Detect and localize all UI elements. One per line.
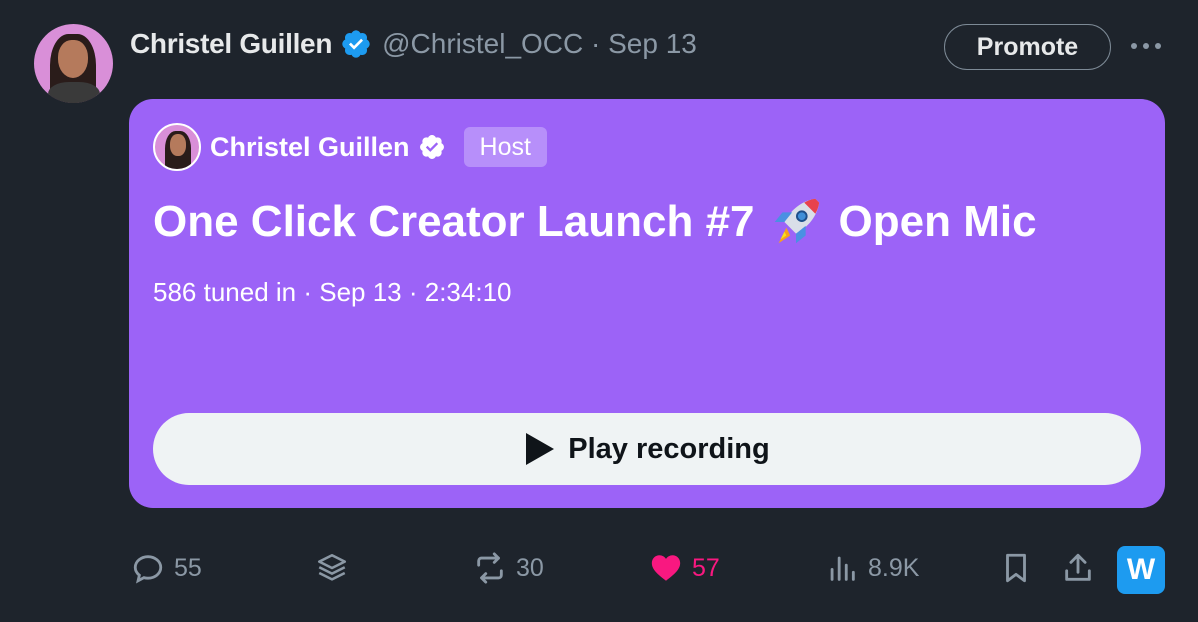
heart-icon: [651, 555, 681, 581]
like-count: 57: [692, 553, 720, 582]
play-icon: [526, 433, 555, 465]
action-bar: 55 30 57 8.9K W: [129, 540, 1169, 596]
author-name[interactable]: Christel Guillen: [130, 28, 332, 60]
views-icon: [830, 556, 855, 581]
views-button[interactable]: 8.9K: [825, 540, 919, 596]
share-icon: [1065, 553, 1091, 581]
promote-button[interactable]: Promote: [944, 24, 1111, 70]
repost-count: 30: [516, 553, 544, 582]
space-card[interactable]: Christel Guillen Host One Click Creator …: [129, 99, 1165, 508]
repost-button[interactable]: 30: [473, 540, 544, 596]
author-handle-date[interactable]: @Christel_OCC · Sep 13: [382, 28, 697, 60]
space-title: One Click Creator Launch #7 Open Mic: [153, 193, 1037, 251]
author-avatar[interactable]: [34, 24, 113, 103]
share-button[interactable]: [1061, 540, 1095, 596]
tweet-header: Christel Guillen @Christel_OCC · Sep 13: [130, 26, 697, 62]
space-title-text: One Click Creator Launch #7: [153, 197, 755, 246]
views-count: 8.9K: [868, 553, 920, 582]
repost-icon: [477, 552, 503, 584]
tweet: Christel Guillen @Christel_OCC · Sep 13 …: [0, 0, 1198, 622]
verified-icon: [342, 30, 370, 58]
space-host-row: Christel Guillen Host: [153, 123, 547, 171]
verified-icon: [419, 135, 444, 159]
more-icon[interactable]: [1128, 32, 1164, 60]
reply-button[interactable]: 55: [131, 540, 202, 596]
reply-icon: [133, 555, 163, 584]
space-title-suffix: Open Mic: [838, 197, 1037, 246]
reply-count: 55: [174, 553, 202, 582]
like-button[interactable]: 57: [649, 540, 720, 596]
layers-icon: [317, 553, 347, 581]
host-badge: Host: [463, 127, 547, 167]
space-meta: 586 tuned in · Sep 13 · 2:34:10: [153, 277, 512, 307]
play-recording-label: Play recording: [568, 432, 770, 465]
rocket-icon: [774, 198, 819, 244]
play-recording-button[interactable]: Play recording: [153, 413, 1141, 485]
host-name: Christel Guillen: [210, 131, 410, 162]
w-app-icon[interactable]: W: [1117, 546, 1165, 594]
bookmark-icon: [1006, 553, 1026, 583]
host-avatar: [153, 123, 201, 171]
grok-layers-button[interactable]: [315, 540, 349, 596]
bookmark-button[interactable]: [999, 540, 1033, 596]
